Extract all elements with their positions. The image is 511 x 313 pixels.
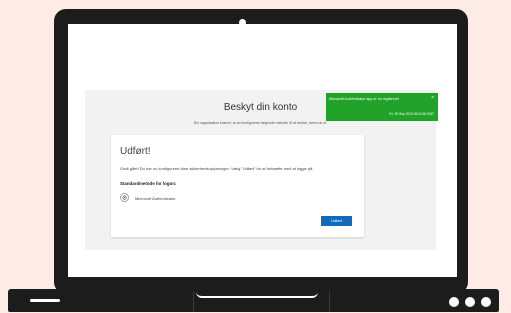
card-description: Godt gået! Du har nu konfigureret dine s… xyxy=(120,166,314,171)
base-divider xyxy=(193,291,194,312)
authenticator-icon xyxy=(120,193,129,202)
toast-message: Microsoft Authenticator app er nu regist… xyxy=(329,97,399,101)
dot-decoration xyxy=(465,297,475,307)
base-notch xyxy=(196,289,318,298)
toast-timestamp: Fri, 29 Sep 2023 06:02:38 GMT xyxy=(389,112,434,116)
done-button[interactable]: Udført xyxy=(321,216,352,226)
base-dash-decoration xyxy=(30,299,60,302)
laptop-base xyxy=(8,289,499,312)
laptop-screen: Beskyt din konto Din organisation kræver… xyxy=(68,24,457,277)
authenticator-method-name: Microsoft Authenticator xyxy=(135,196,176,201)
base-divider xyxy=(329,291,330,312)
default-method-label: Standardmetode for logon: xyxy=(120,181,177,186)
dot-decoration xyxy=(449,297,459,307)
close-icon[interactable]: × xyxy=(431,96,434,101)
page-subtitle: Din organisation kræver, at du konfigure… xyxy=(193,121,328,125)
dot-decoration xyxy=(481,297,491,307)
card-heading: Udført! xyxy=(120,146,151,157)
success-card: Udført! Godt gået! Du har nu konfigurere… xyxy=(111,135,364,237)
laptop-lid: Beskyt din konto Din organisation kræver… xyxy=(54,9,468,294)
registration-toast: Microsoft Authenticator app er nu regist… xyxy=(326,93,438,121)
